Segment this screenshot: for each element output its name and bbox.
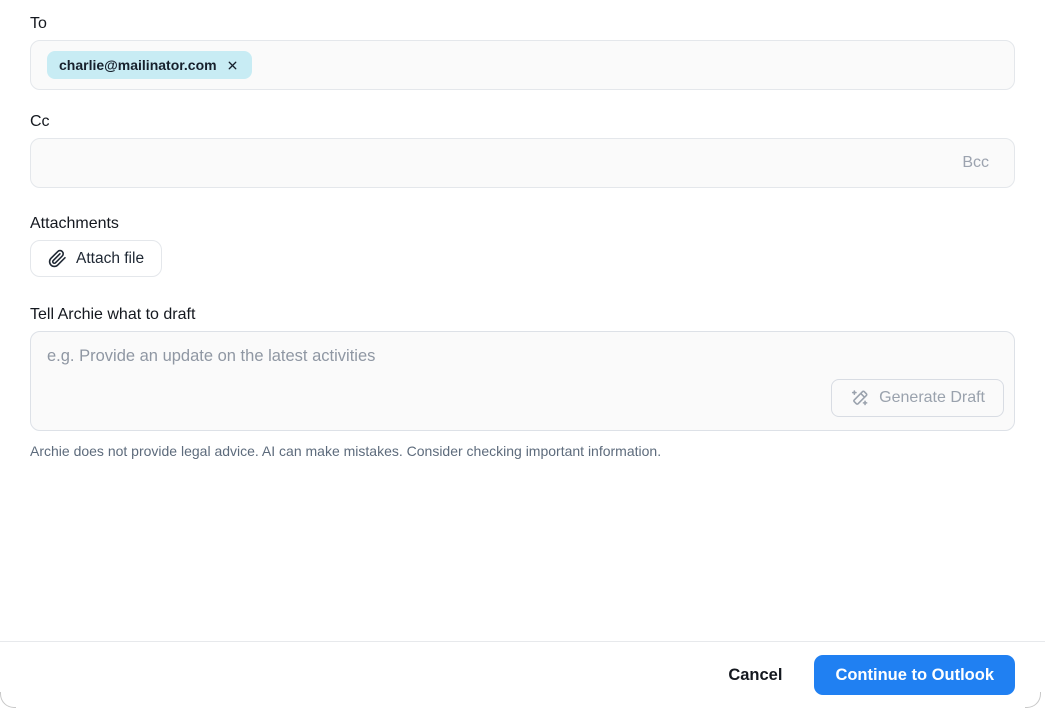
remove-recipient-icon[interactable]: [226, 58, 240, 72]
draft-prompt-label: Tell Archie what to draft: [30, 306, 196, 323]
recipient-chip: charlie@mailinator.com: [47, 51, 252, 79]
to-section: To charlie@mailinator.com: [30, 14, 1015, 90]
ai-disclaimer-text: Archie does not provide legal advice. AI…: [30, 443, 662, 459]
cc-label: Cc: [30, 113, 50, 130]
attach-file-button[interactable]: Attach file: [30, 240, 163, 277]
attach-file-label: Attach file: [76, 249, 145, 267]
attachments-label: Attachments: [30, 215, 119, 232]
generate-draft-button[interactable]: Generate Draft: [831, 379, 1004, 417]
bcc-toggle-button[interactable]: Bcc: [962, 154, 989, 172]
compose-form: To charlie@mailinator.com Cc Bcc Attachm…: [0, 0, 1045, 460]
continue-to-outlook-button[interactable]: Continue to Outlook: [814, 655, 1015, 695]
draft-prompt-box: Generate Draft: [30, 331, 1015, 431]
cc-input[interactable]: Bcc: [30, 138, 1015, 188]
draft-prompt-section: Tell Archie what to draft Generate Draft: [30, 305, 1015, 431]
wand-sparkles-icon: [850, 389, 869, 408]
recipient-chip-email: charlie@mailinator.com: [59, 57, 217, 73]
cancel-button[interactable]: Cancel: [726, 658, 784, 693]
cc-section: Cc Bcc: [30, 112, 1015, 188]
to-input[interactable]: charlie@mailinator.com: [30, 40, 1015, 90]
to-label: To: [30, 15, 47, 32]
generate-draft-label: Generate Draft: [879, 389, 985, 406]
paperclip-icon: [48, 249, 67, 268]
dialog-footer: Cancel Continue to Outlook: [0, 641, 1045, 708]
attachments-section: Attachments Attach file: [30, 214, 1015, 277]
